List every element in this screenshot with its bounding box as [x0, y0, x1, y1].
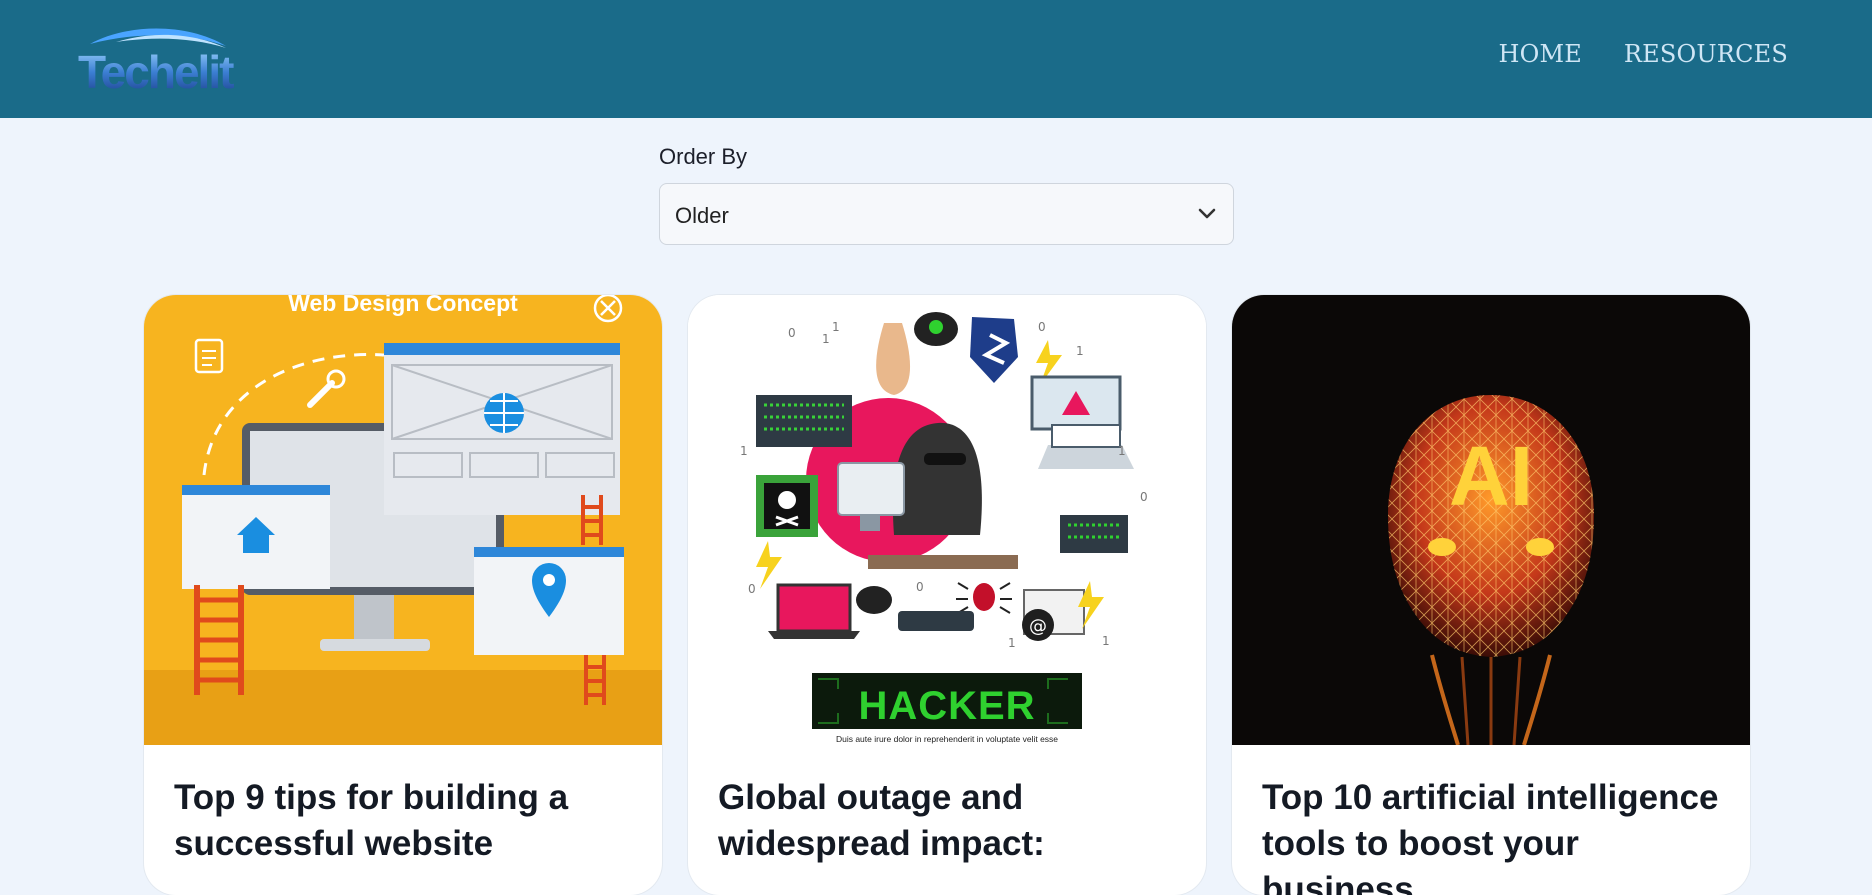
article-image-web-design: Web Design Concept	[144, 295, 662, 745]
order-by-select[interactable]: Older	[659, 183, 1234, 245]
svg-text:1: 1	[1008, 636, 1016, 650]
logo-text: Techelit	[78, 46, 234, 96]
article-title[interactable]: Top 10 artificial intelligence tools to …	[1262, 775, 1732, 895]
article-image-ai: AI	[1232, 295, 1750, 745]
top-navigation-bar: Techelit HOME RESOURCES	[0, 0, 1872, 118]
article-image-hacker: @ 010 110 011 011 HACKER Duis aute irure…	[688, 295, 1206, 745]
svg-text:0: 0	[916, 580, 924, 594]
image-caption: AI	[1449, 429, 1533, 523]
skull-icon	[914, 312, 958, 346]
svg-text:1: 1	[1118, 444, 1126, 458]
image-subcaption: Duis aute irure dolor in reprehenderit i…	[836, 734, 1058, 744]
image-caption: Web Design Concept	[288, 295, 518, 316]
svg-text:@: @	[1029, 616, 1047, 637]
svg-text:1: 1	[822, 332, 830, 346]
article-title[interactable]: Global outage and widespread impact:	[718, 775, 1188, 867]
nav-home-link[interactable]: HOME	[1499, 40, 1583, 68]
image-caption: HACKER	[858, 684, 1035, 728]
order-by-label: Order By	[659, 144, 748, 169]
techelit-logo[interactable]: Techelit	[76, 24, 262, 96]
svg-text:1: 1	[832, 320, 840, 334]
order-by-selected-value: Older	[675, 203, 729, 228]
svg-text:1: 1	[1076, 344, 1084, 358]
bug-icon	[956, 582, 1012, 614]
svg-text:1: 1	[740, 444, 748, 458]
nav-resources-link[interactable]: RESOURCES	[1624, 40, 1788, 68]
svg-text:0: 0	[748, 582, 756, 596]
svg-text:1: 1	[1102, 634, 1110, 648]
svg-text:0: 0	[1140, 490, 1148, 504]
globe-icon	[484, 393, 524, 433]
svg-text:0: 0	[1038, 320, 1046, 334]
article-card[interactable]: Web Design Concept Top 9 tips for buildi…	[144, 295, 662, 895]
article-card[interactable]: @ 010 110 011 011 HACKER Duis aute irure…	[688, 295, 1206, 895]
chevron-down-icon	[1197, 206, 1217, 220]
skull-icon	[756, 475, 818, 537]
article-card[interactable]: AI Top 10 artificial intelligence tools …	[1232, 295, 1750, 895]
article-title[interactable]: Top 9 tips for building a successful web…	[174, 775, 644, 867]
svg-text:0: 0	[788, 326, 796, 340]
